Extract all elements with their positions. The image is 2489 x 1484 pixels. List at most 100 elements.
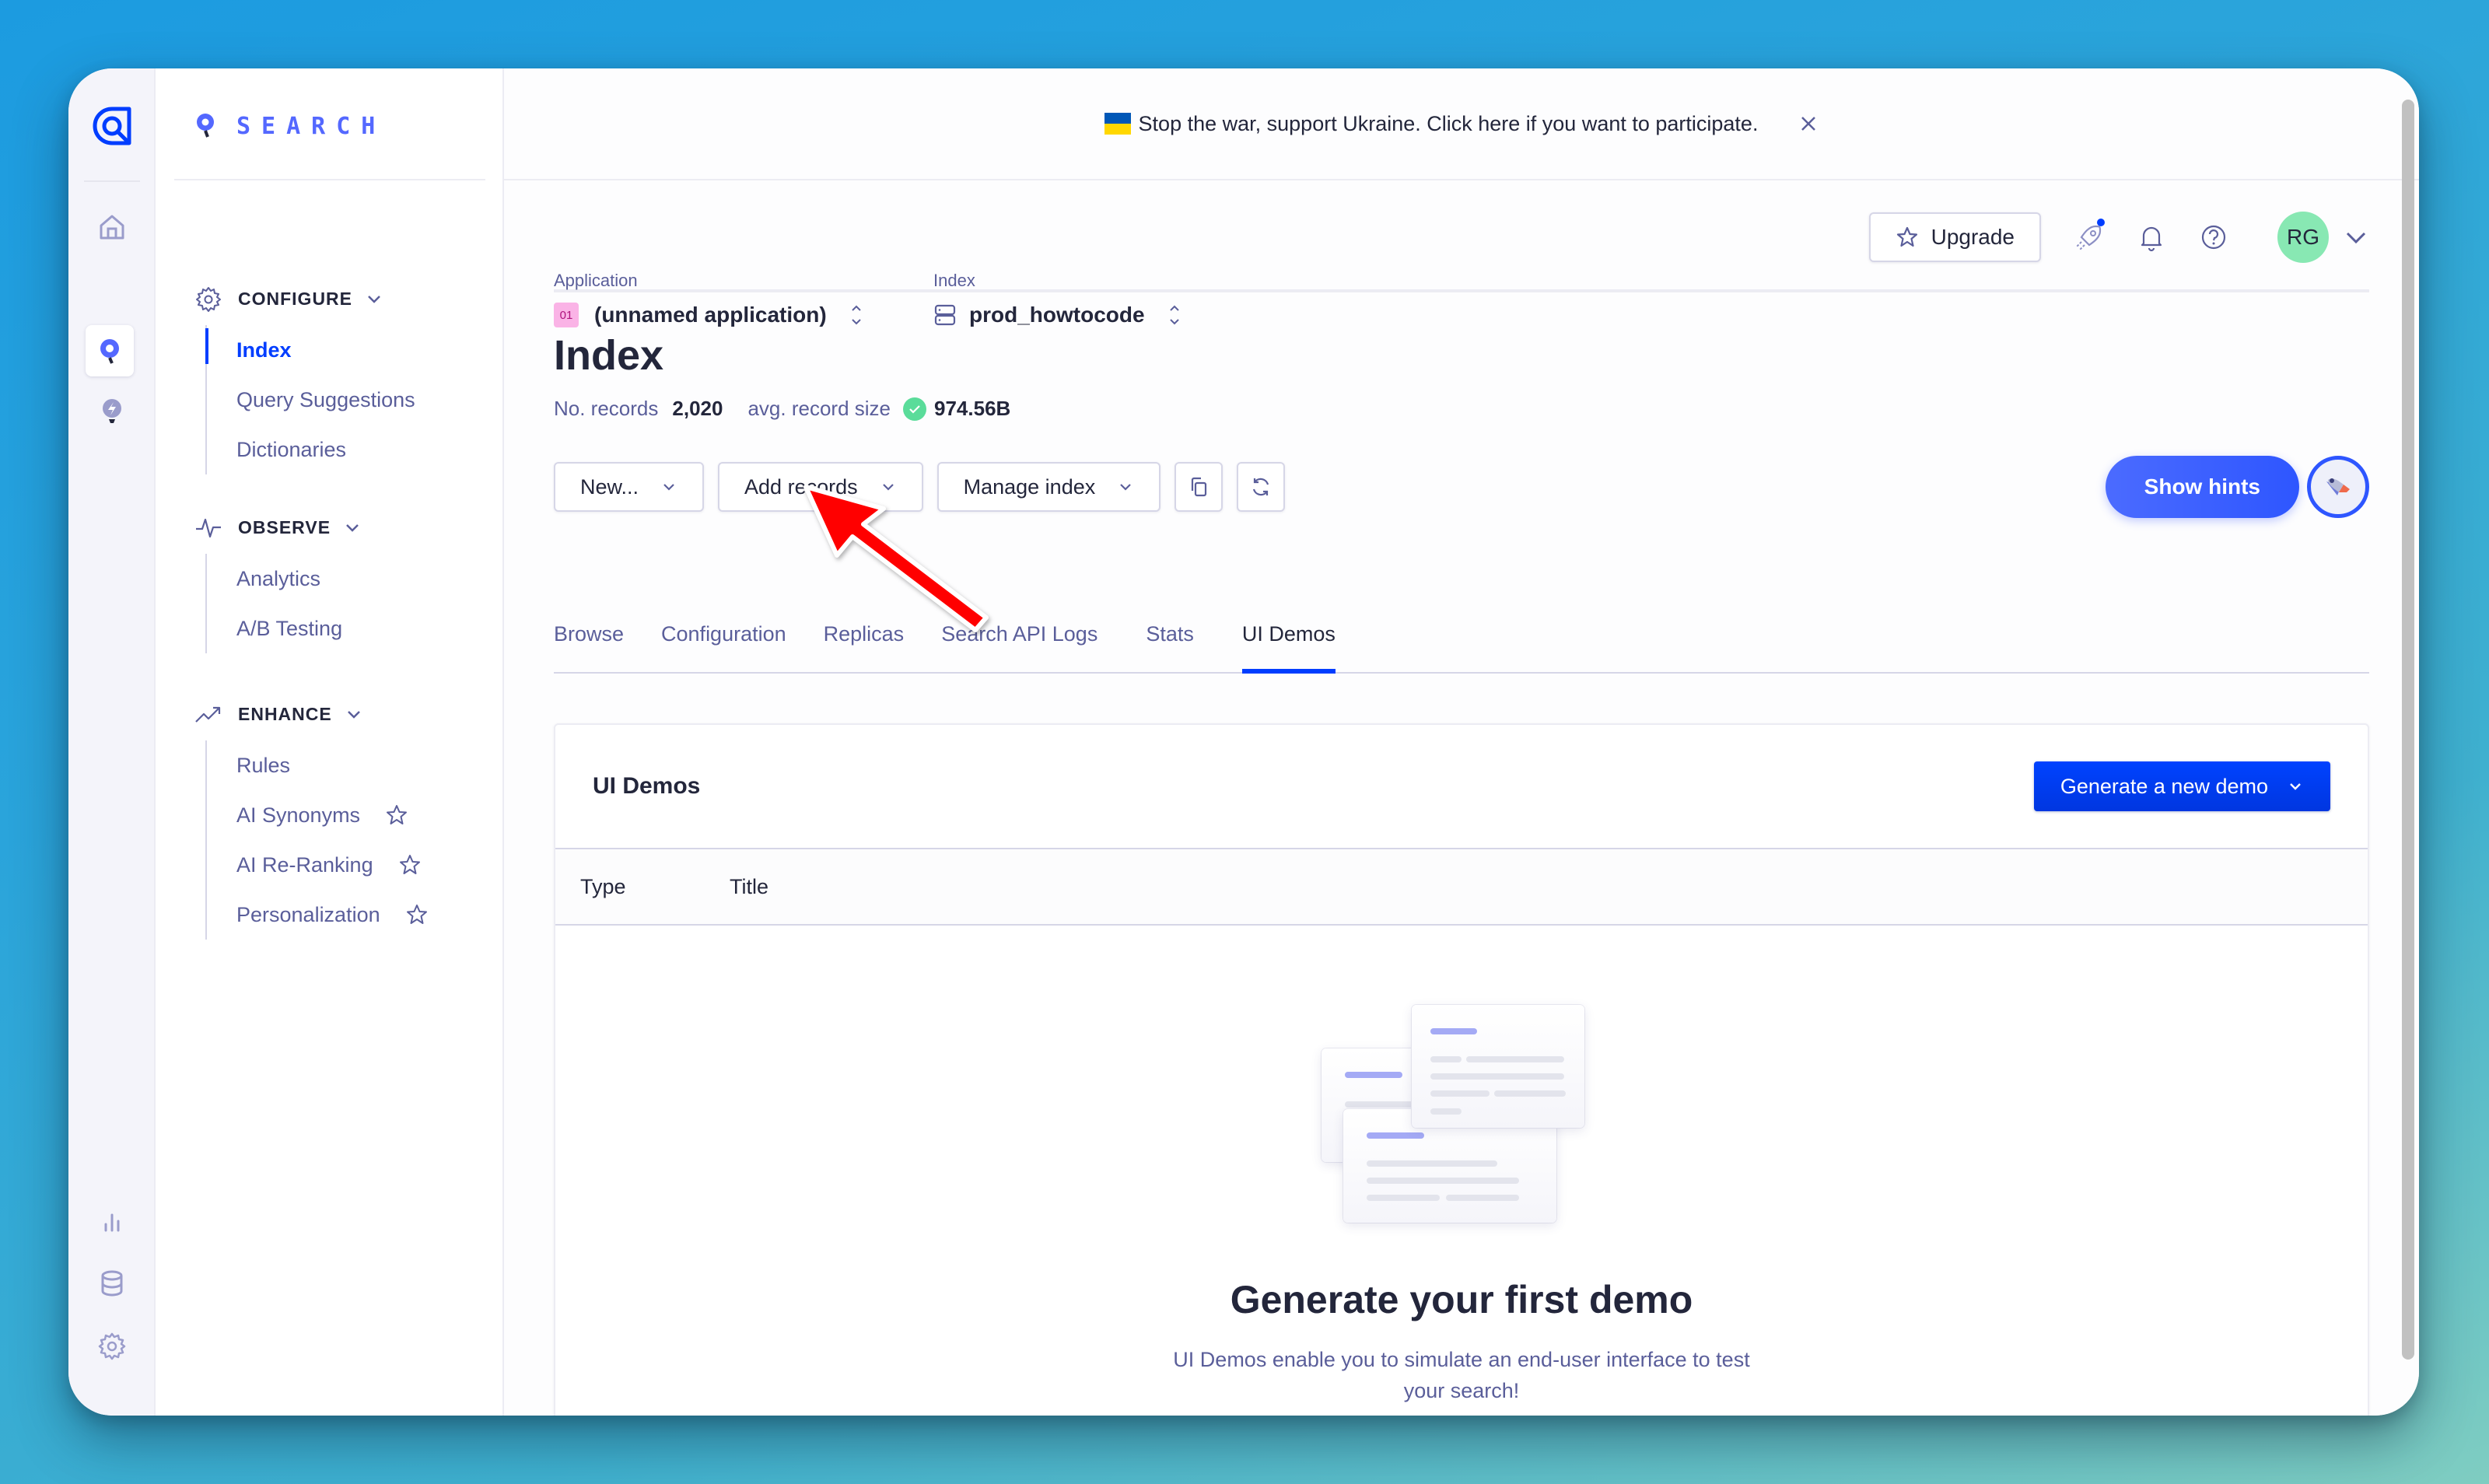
chevron-up-down-icon [1169, 305, 1179, 325]
banner-text[interactable]: Stop the war, support Ukraine. Click her… [1139, 112, 1759, 136]
nav-sidebar: SEARCH CONFIGURE Index Query Suggestions… [156, 68, 504, 1416]
page-scrollbar[interactable] [2402, 100, 2416, 1398]
notification-dot [2097, 219, 2105, 226]
algolia-logo-icon[interactable] [92, 106, 132, 146]
index-value: prod_howtocode [969, 303, 1145, 327]
refresh-icon [1253, 478, 1269, 496]
nav-section-label: CONFIGURE [238, 288, 352, 309]
manage-index-button[interactable]: Manage index [936, 462, 1161, 512]
help-icon[interactable] [2197, 220, 2231, 254]
show-hints-button[interactable]: Show hints [2105, 456, 2299, 518]
nav-section-observe-toggle[interactable]: OBSERVE [194, 512, 362, 543]
analytics-bar-icon[interactable] [90, 1201, 134, 1244]
nav-section-enhance: ENHANCE Rules AI Synonyms AI Re-Ranking … [194, 698, 429, 940]
new-button[interactable]: New... [554, 462, 705, 512]
copy-index-button[interactable] [1174, 462, 1223, 512]
chevron-down-icon [346, 524, 359, 532]
records-value: 2,020 [672, 397, 723, 420]
sidebar-item-personalization[interactable]: Personalization [207, 890, 429, 940]
rocket-icon [2326, 478, 2350, 495]
chevron-down-icon [2290, 783, 2301, 790]
sidebar-item-label: Dictionaries [236, 437, 347, 461]
nav-section-configure-toggle[interactable]: CONFIGURE [194, 283, 415, 314]
ukraine-banner[interactable]: Stop the war, support Ukraine. Click her… [504, 68, 2419, 180]
tab-browse[interactable]: Browse [554, 605, 624, 672]
tab-configuration[interactable]: Configuration [661, 605, 786, 672]
sidebar-item-label: Personalization [236, 902, 380, 926]
chevron-down-icon[interactable] [2343, 224, 2369, 250]
sidebar-item-ab-testing[interactable]: A/B Testing [207, 604, 362, 653]
ukraine-flag-icon [1104, 113, 1131, 135]
new-label: New... [580, 474, 639, 499]
application-value: (unnamed application) [594, 303, 827, 327]
avatar[interactable]: RG [2277, 212, 2329, 263]
data-sources-icon[interactable] [90, 1262, 134, 1305]
topbar-divider [554, 291, 2369, 292]
sidebar-item-label: A/B Testing [236, 616, 343, 640]
sidebar-item-ai-synonyms[interactable]: AI Synonyms [207, 790, 429, 840]
generate-demo-button[interactable]: Generate a new demo [2033, 761, 2330, 811]
index-picker[interactable]: Index prod_howtocode [933, 271, 1182, 328]
bell-icon[interactable] [2134, 220, 2169, 254]
size-label: avg. record size [747, 397, 891, 420]
nav-section-label: OBSERVE [238, 516, 331, 537]
manage-index-label: Manage index [963, 474, 1096, 499]
column-type: Type [580, 874, 626, 898]
sidebar-item-label: AI Re-Ranking [236, 852, 373, 877]
search-product-icon[interactable] [86, 325, 134, 376]
upgrade-button[interactable]: Upgrade [1868, 212, 2041, 262]
tab-stats[interactable]: Stats [1146, 605, 1194, 672]
copy-icon [1192, 477, 1207, 497]
chevron-down-icon [368, 296, 380, 303]
tab-replicas[interactable]: Replicas [824, 605, 905, 672]
tab-search-api-logs[interactable]: Search API Logs [941, 605, 1097, 672]
generate-demo-label: Generate a new demo [2060, 774, 2268, 798]
nav-section-label: ENHANCE [238, 703, 332, 724]
chevron-down-icon [882, 484, 894, 491]
scrollbar-thumb[interactable] [2402, 100, 2414, 1360]
sidebar-item-index[interactable]: Index [205, 325, 415, 375]
index-stats: No. records 2,020 avg. record size 974.5… [554, 397, 1010, 421]
empty-illustration [1322, 1005, 1602, 1246]
rocket-icon[interactable] [2072, 219, 2106, 254]
settings-icon[interactable] [90, 1324, 134, 1367]
nav-section-configure: CONFIGURE Index Query Suggestions Dictio… [194, 283, 415, 474]
trending-up-icon [195, 706, 221, 723]
star-icon [387, 805, 408, 824]
gear-icon [196, 287, 221, 312]
hints-rocket-avatar[interactable] [2307, 456, 2369, 518]
refresh-button[interactable] [1237, 462, 1286, 512]
app-window: SEARCH CONFIGURE Index Query Suggestions… [68, 68, 2419, 1416]
sidebar-item-dictionaries[interactable]: Dictionaries [207, 425, 415, 474]
sidebar-item-rules[interactable]: Rules [207, 740, 429, 790]
application-picker[interactable]: Application 01 (unnamed application) [554, 271, 864, 328]
sidebar-item-query-suggestions[interactable]: Query Suggestions [207, 375, 415, 425]
pulse-icon [196, 518, 221, 538]
star-icon [1896, 226, 1917, 247]
server-icon [934, 304, 956, 326]
check-circle-icon [903, 397, 926, 421]
sidebar-item-label: Analytics [236, 566, 321, 590]
column-title: Title [730, 874, 769, 898]
tab-ui-demos[interactable]: UI Demos [1241, 605, 1336, 674]
main-content: Stop the war, support Ukraine. Click her… [504, 68, 2419, 1416]
size-value: 974.56B [934, 397, 1011, 420]
empty-title: Generate your first demo [1230, 1278, 1693, 1321]
index-tabs: Browse Configuration Replicas Search API… [554, 605, 2369, 674]
chevron-up-down-icon [851, 305, 861, 325]
upgrade-label: Upgrade [1931, 225, 2015, 249]
records-label: No. records [554, 397, 659, 420]
recommend-product-icon[interactable] [90, 389, 134, 432]
page-title: Index [554, 332, 664, 379]
add-records-label: Add records [744, 474, 858, 499]
search-brand-icon [197, 114, 214, 138]
chevron-down-icon [1120, 484, 1132, 491]
home-icon[interactable] [90, 205, 134, 249]
sidebar-item-analytics[interactable]: Analytics [207, 554, 362, 604]
sidebar-item-ai-re-ranking[interactable]: AI Re-Ranking [207, 840, 429, 890]
ui-demos-card: UI Demos Generate a new demo Type Title [554, 723, 2369, 1416]
add-records-button[interactable]: Add records [718, 462, 923, 512]
nav-section-enhance-toggle[interactable]: ENHANCE [194, 698, 429, 730]
index-label: Index [933, 271, 975, 290]
close-icon[interactable] [1798, 114, 1819, 134]
